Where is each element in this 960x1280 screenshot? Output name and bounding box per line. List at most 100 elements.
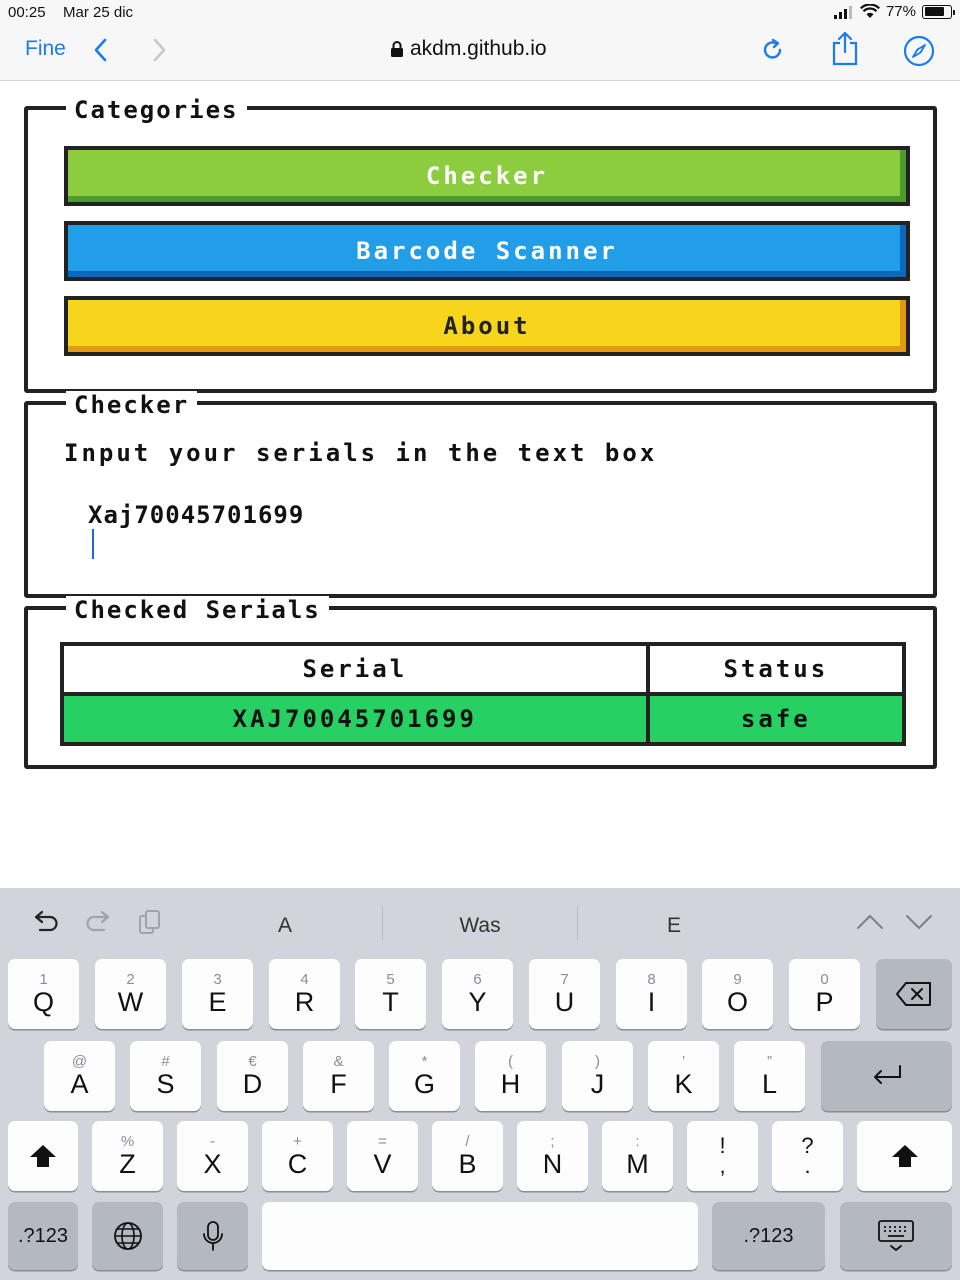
checker-panel: Checker Input your serials in the text b…: [24, 391, 937, 598]
reload-icon[interactable]: [760, 36, 786, 64]
battery-percent: 77%: [885, 3, 916, 20]
suggestion-2[interactable]: Was: [420, 914, 540, 938]
checker-button[interactable]: Checker: [64, 146, 910, 206]
key-o[interactable]: 9O: [702, 959, 773, 1029]
microphone-key[interactable]: [177, 1202, 248, 1270]
onscreen-keyboard: A Was E 1Q 2W 3E 4R 5T 6Y 7U 8I 9O 0P @ A…: [0, 888, 960, 1280]
text-caret: [92, 529, 94, 559]
table-row: XAJ70045701699 safe: [60, 692, 907, 746]
back-icon[interactable]: [88, 36, 114, 64]
wifi-icon: [859, 4, 880, 18]
globe-key[interactable]: [92, 1202, 163, 1270]
microphone-icon: [202, 1221, 223, 1251]
key-label: Z: [119, 1149, 136, 1179]
shift-icon: [30, 1145, 56, 1167]
status-date: Mar 25 dic: [63, 4, 134, 21]
checker-instructions: Input your serials in the text box: [64, 439, 658, 467]
undo-icon[interactable]: [30, 908, 60, 936]
compass-icon[interactable]: [903, 35, 935, 67]
key-label: H: [500, 1069, 521, 1099]
return-key[interactable]: [821, 1041, 952, 1111]
key-hint: €: [248, 1053, 257, 1070]
suggestion-bar: A Was E: [0, 888, 960, 948]
status-indicators: 77%: [833, 3, 955, 20]
key-b[interactable]: / B: [432, 1121, 503, 1191]
barcode-scanner-button[interactable]: Barcode Scanner: [64, 221, 910, 281]
key-e[interactable]: 3E: [182, 959, 253, 1029]
backspace-key[interactable]: [876, 959, 952, 1029]
shift-key-left[interactable]: [8, 1121, 78, 1191]
key-label: N: [542, 1149, 563, 1179]
return-icon: [873, 1065, 901, 1084]
key-s[interactable]: # S: [130, 1041, 201, 1111]
key-c[interactable]: + C: [262, 1121, 333, 1191]
key-hint: &: [333, 1053, 344, 1070]
key-z[interactable]: % Z: [92, 1121, 163, 1191]
suggestion-1[interactable]: A: [225, 914, 345, 938]
key-k[interactable]: ’ K: [648, 1041, 719, 1111]
categories-legend: Categories: [66, 96, 247, 124]
about-button[interactable]: About: [64, 296, 910, 356]
key-r[interactable]: 4R: [269, 959, 340, 1029]
done-button[interactable]: Fine: [25, 37, 66, 61]
status-time: 00:25: [8, 4, 46, 21]
key-label: W: [117, 987, 144, 1017]
share-icon[interactable]: [830, 30, 860, 66]
serial-column-header: Serial: [60, 642, 650, 696]
key-hint: 1: [39, 971, 48, 988]
key-x[interactable]: -X: [177, 1121, 248, 1191]
key-y[interactable]: 6Y: [442, 959, 513, 1029]
key-q[interactable]: 1Q: [8, 959, 79, 1029]
address-bar[interactable]: akdm.github.io: [390, 37, 547, 61]
suggestion-3[interactable]: E: [614, 914, 734, 938]
key-u[interactable]: 7U: [529, 959, 600, 1029]
key-label: T: [382, 987, 399, 1017]
signal-icon: [833, 5, 852, 19]
paste-icon[interactable]: [136, 908, 166, 936]
key-n[interactable]: ; N: [517, 1121, 588, 1191]
key-l[interactable]: ” L: [734, 1041, 805, 1111]
key-v[interactable]: = V: [347, 1121, 418, 1191]
key-label: Q: [32, 987, 54, 1017]
key-a[interactable]: @ A: [44, 1041, 115, 1111]
key-hint: ”: [767, 1053, 772, 1070]
key-j[interactable]: ) J: [562, 1041, 633, 1111]
key-m[interactable]: :M: [602, 1121, 673, 1191]
numbers-key-right[interactable]: .?123: [712, 1202, 825, 1270]
key-hint: 4: [300, 971, 309, 988]
numbers-key-left[interactable]: .?123: [8, 1202, 78, 1270]
shift-key-right[interactable]: [857, 1121, 952, 1191]
key-hint: =: [378, 1133, 387, 1150]
key-hint: /: [465, 1133, 470, 1150]
hide-keyboard-key[interactable]: [840, 1202, 952, 1270]
numbers-key-label: .?123: [17, 1224, 69, 1247]
key-label: O: [726, 987, 748, 1017]
lock-icon: [391, 41, 403, 57]
forward-icon[interactable]: [146, 36, 172, 64]
key-w[interactable]: 2W: [95, 959, 166, 1029]
key-label: S: [156, 1069, 175, 1099]
key-hint: 5: [386, 971, 395, 988]
chevron-up-icon[interactable]: [855, 908, 885, 936]
key-hint: 9: [733, 971, 742, 988]
key-f[interactable]: & F: [303, 1041, 374, 1111]
key-exclaim-comma[interactable]: ! ,: [687, 1121, 758, 1191]
key-bottom-symbol: .: [804, 1153, 811, 1178]
key-question-period[interactable]: ? .: [772, 1121, 843, 1191]
status-cell: safe: [645, 692, 907, 746]
key-label: U: [554, 987, 575, 1017]
key-label: F: [330, 1069, 347, 1099]
key-h[interactable]: (H: [475, 1041, 546, 1111]
key-g[interactable]: * G: [389, 1041, 460, 1111]
key-d[interactable]: € D: [217, 1041, 288, 1111]
chevron-down-icon[interactable]: [904, 908, 934, 936]
key-t[interactable]: 5T: [355, 959, 426, 1029]
key-i[interactable]: 8I: [616, 959, 687, 1029]
key-hint: *: [421, 1053, 428, 1070]
space-key[interactable]: [262, 1202, 698, 1270]
key-hint: %: [120, 1133, 135, 1150]
redo-icon[interactable]: [84, 908, 114, 936]
serials-textbox[interactable]: [88, 501, 888, 571]
key-p[interactable]: 0P: [789, 959, 860, 1029]
status-bar: 00:25 Mar 25 dic 77%: [0, 0, 960, 26]
